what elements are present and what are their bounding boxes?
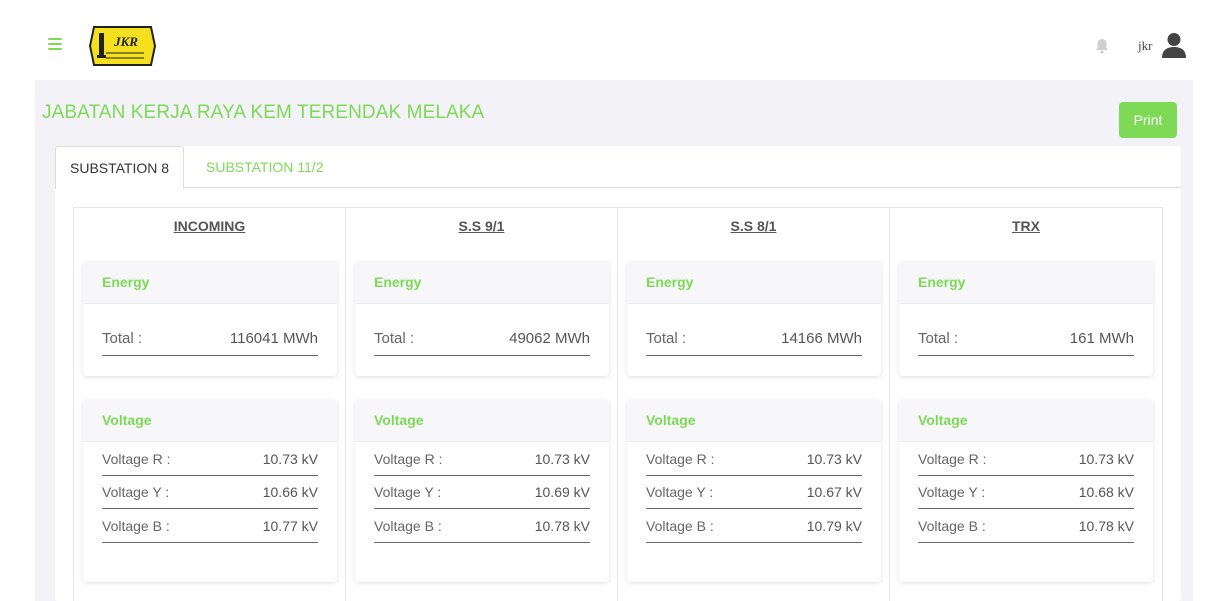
voltage-r-row: Voltage R : 10.73 kV bbox=[918, 442, 1134, 476]
row-value: 10.73 kV bbox=[262, 450, 318, 467]
row-label: Voltage B : bbox=[374, 517, 442, 534]
row-value: 10.73 kV bbox=[1078, 450, 1134, 467]
feeder-grid: INCOMING Energy Total : 116041 MWh Volta… bbox=[73, 207, 1163, 601]
row-label: Voltage Y : bbox=[374, 484, 442, 500]
voltage-r-row: Voltage R : 10.73 kV bbox=[102, 442, 318, 476]
row-label: Voltage Y : bbox=[918, 484, 986, 500]
row-value: 10.78 kV bbox=[534, 517, 590, 534]
row-value: 14166 MWh bbox=[781, 330, 862, 347]
voltage-y-row: Voltage Y : 10.66 kV bbox=[102, 476, 318, 509]
row-label: Voltage R : bbox=[374, 450, 443, 467]
row-value: 49062 MWh bbox=[509, 330, 590, 347]
voltage-b-row: Voltage B : 10.78 kV bbox=[374, 509, 590, 543]
column-title: TRX bbox=[1012, 218, 1040, 234]
print-button[interactable]: Print bbox=[1119, 102, 1177, 138]
card-heading: Energy bbox=[899, 262, 1153, 304]
row-value: 116041 MWh bbox=[229, 330, 318, 347]
energy-total-row: Total : 161 MWh bbox=[918, 317, 1134, 356]
jkr-logo: JKR bbox=[88, 26, 157, 66]
energy-total-row: Total : 14166 MWh bbox=[646, 317, 862, 356]
user-icon[interactable] bbox=[1160, 31, 1188, 59]
tab-bar: SUBSTATION 8 SUBSTATION 11/2 bbox=[55, 146, 1181, 189]
column-title: S.S 8/1 bbox=[730, 218, 777, 234]
energy-card: Energy Total : 14166 MWh bbox=[627, 262, 881, 376]
substation-panel: SUBSTATION 8 SUBSTATION 11/2 INCOMING En… bbox=[55, 146, 1181, 601]
row-value: 10.79 kV bbox=[806, 517, 862, 534]
voltage-b-row: Voltage B : 10.78 kV bbox=[918, 509, 1134, 543]
tab-substation-8[interactable]: SUBSTATION 8 bbox=[55, 146, 185, 189]
column-title: S.S 9/1 bbox=[458, 218, 505, 234]
row-label: Voltage B : bbox=[918, 517, 986, 534]
row-label: Voltage R : bbox=[918, 450, 987, 467]
row-label: Voltage Y : bbox=[646, 484, 714, 500]
row-label: Voltage R : bbox=[102, 450, 171, 467]
energy-card: Energy Total : 116041 MWh bbox=[83, 262, 337, 376]
card-heading: Energy bbox=[627, 262, 881, 304]
voltage-r-row: Voltage R : 10.73 kV bbox=[646, 442, 862, 476]
card-heading: Voltage bbox=[355, 400, 609, 442]
energy-card: Energy Total : 49062 MWh bbox=[355, 262, 609, 376]
row-label: Total : bbox=[374, 330, 415, 347]
card-heading: Energy bbox=[355, 262, 609, 304]
row-label: Voltage B : bbox=[102, 517, 170, 534]
row-value: 10.66 kV bbox=[262, 484, 318, 500]
bell-icon[interactable] bbox=[1093, 37, 1111, 55]
row-value: 161 MWh bbox=[1069, 330, 1134, 347]
row-value: 10.73 kV bbox=[534, 450, 590, 467]
card-heading: Energy bbox=[83, 262, 337, 304]
row-label: Total : bbox=[646, 330, 687, 347]
row-value: 10.69 kV bbox=[534, 484, 590, 500]
voltage-y-row: Voltage Y : 10.69 kV bbox=[374, 476, 590, 509]
voltage-r-row: Voltage R : 10.73 kV bbox=[374, 442, 590, 476]
row-label: Voltage R : bbox=[646, 450, 715, 467]
voltage-b-row: Voltage B : 10.79 kV bbox=[646, 509, 862, 543]
card-heading: Voltage bbox=[899, 400, 1153, 442]
row-value: 10.78 kV bbox=[1078, 517, 1134, 534]
voltage-card: Voltage Voltage R : 10.73 kV Voltage Y : 1… bbox=[355, 400, 609, 582]
tab-substation-11-2[interactable]: SUBSTATION 11/2 bbox=[192, 146, 337, 188]
voltage-b-row: Voltage B : 10.77 kV bbox=[102, 509, 318, 543]
voltage-card: Voltage Voltage R : 10.73 kV Voltage Y : 1… bbox=[83, 400, 337, 582]
menu-icon[interactable] bbox=[48, 38, 62, 50]
voltage-y-row: Voltage Y : 10.68 kV bbox=[918, 476, 1134, 509]
voltage-card: Voltage Voltage R : 10.73 kV Voltage Y : 1… bbox=[627, 400, 881, 582]
row-value: 10.77 kV bbox=[262, 517, 318, 534]
column-trx: TRX Energy Total : 161 MWh Voltage Volta… bbox=[890, 208, 1162, 601]
logo-text: JKR bbox=[113, 34, 138, 49]
row-label: Total : bbox=[918, 330, 959, 347]
page-title: JABATAN KERJA RAYA KEM TERENDAK MELAKA bbox=[42, 102, 485, 123]
column-title: INCOMING bbox=[173, 218, 246, 234]
card-heading: Voltage bbox=[83, 400, 337, 442]
voltage-y-row: Voltage Y : 10.67 kV bbox=[646, 476, 862, 509]
column-ss-9-1: S.S 9/1 Energy Total : 49062 MWh Voltage… bbox=[346, 208, 618, 601]
column-incoming: INCOMING Energy Total : 116041 MWh Volta… bbox=[74, 208, 346, 601]
row-label: Total : bbox=[102, 330, 143, 347]
row-value: 10.68 kV bbox=[1078, 484, 1134, 500]
energy-total-row: Total : 116041 MWh bbox=[102, 317, 318, 356]
username[interactable]: jkr bbox=[1138, 38, 1152, 54]
column-ss-8-1: S.S 8/1 Energy Total : 14166 MWh Voltage… bbox=[618, 208, 890, 601]
card-heading: Voltage bbox=[627, 400, 881, 442]
row-label: Voltage B : bbox=[646, 517, 714, 534]
energy-total-row: Total : 49062 MWh bbox=[374, 317, 590, 356]
row-value: 10.73 kV bbox=[806, 450, 862, 467]
main-content: JABATAN KERJA RAYA KEM TERENDAK MELAKA P… bbox=[35, 80, 1193, 601]
energy-card: Energy Total : 161 MWh bbox=[899, 262, 1153, 376]
row-value: 10.67 kV bbox=[806, 484, 862, 500]
voltage-card: Voltage Voltage R : 10.73 kV Voltage Y : 1… bbox=[899, 400, 1153, 582]
row-label: Voltage Y : bbox=[102, 484, 170, 500]
top-bar: JKR jkr bbox=[0, 0, 1228, 80]
